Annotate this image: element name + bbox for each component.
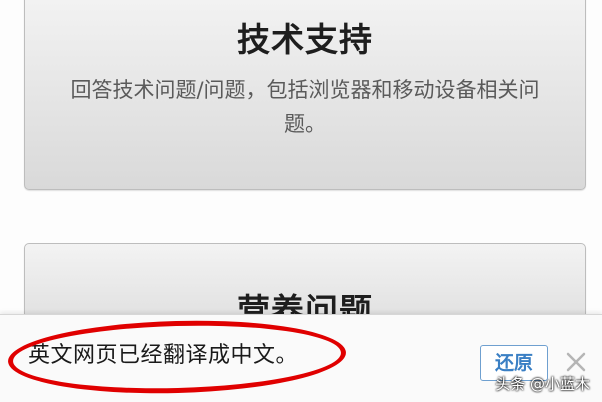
card-title: 技术支持 bbox=[237, 20, 373, 59]
watermark: 头条 @小蓝木 bbox=[495, 375, 590, 393]
close-x-glyph bbox=[566, 352, 586, 372]
card-description: 回答技术问题/问题，包括浏览器和移动设备相关问题。 bbox=[70, 78, 540, 136]
red-annotation-ellipse bbox=[7, 316, 347, 398]
card-technical-support[interactable]: 技术支持 回答技术问题/问题，包括浏览器和移动设备相关问题。 bbox=[24, 0, 586, 190]
page: 技术支持 回答技术问题/问题，包括浏览器和移动设备相关问题。 营养问题 英文网页… bbox=[0, 0, 602, 402]
close-icon[interactable] bbox=[562, 348, 590, 376]
